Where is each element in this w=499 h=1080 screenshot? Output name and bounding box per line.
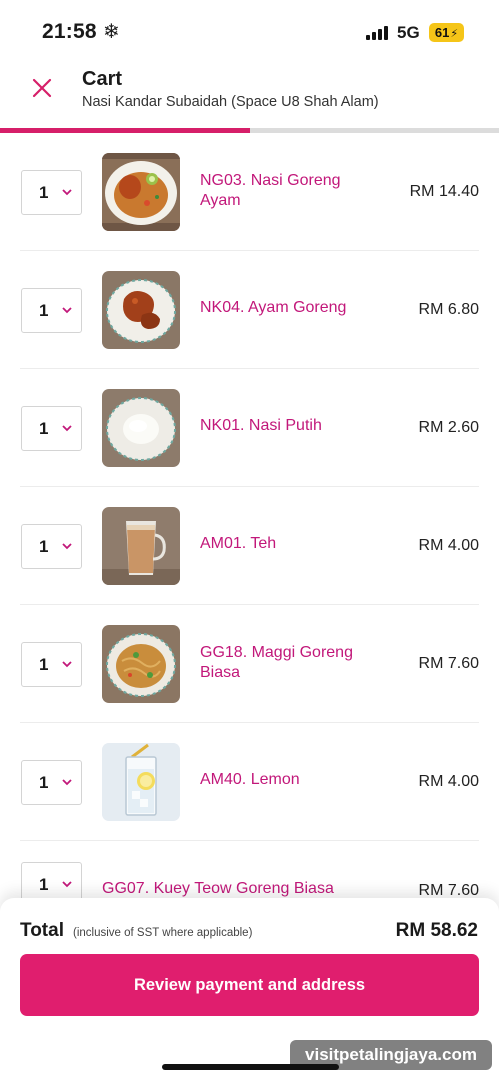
chevron-down-icon: [62, 881, 72, 888]
chevron-down-icon: [62, 543, 72, 550]
quantity-selector[interactable]: 1: [21, 642, 82, 687]
checkout-panel: Total (inclusive of SST where applicable…: [0, 898, 499, 1080]
cart-item-list: 1 NG03. Nasi Goreng Ayam RM 14.40 1 NK04…: [0, 133, 499, 931]
quantity-selector[interactable]: 1: [21, 406, 82, 451]
item-name[interactable]: AM01. Teh: [200, 534, 400, 554]
cart-item: 1 AM40. Lemon RM 4.00: [20, 723, 479, 841]
snowflake-icon: ❄: [103, 21, 120, 43]
total-value: RM 58.62: [395, 920, 478, 941]
quantity-value: 1: [39, 301, 49, 320]
cart-item: 1 NK01. Nasi Putih RM 2.60: [20, 369, 479, 487]
quantity-value: 1: [39, 537, 49, 556]
battery-level: 61: [434, 25, 450, 40]
quantity-value: 1: [39, 773, 49, 792]
item-price: RM 4.00: [418, 773, 479, 790]
item-name[interactable]: GG18. Maggi Goreng Biasa: [200, 643, 370, 683]
restaurant-name: Nasi Kandar Subaidah (Space U8 Shah Alam…: [82, 94, 379, 110]
review-payment-button[interactable]: Review payment and address: [20, 954, 479, 1016]
item-name[interactable]: NK04. Ayam Goreng: [200, 298, 400, 318]
cart-item: 1 GG18. Maggi Goreng Biasa RM 7.60: [20, 605, 479, 723]
close-icon: [32, 78, 52, 98]
status-time: 21:58: [42, 20, 97, 43]
item-name[interactable]: GG07. Kuey Teow Goreng Biasa: [102, 879, 362, 899]
lemon-drink-photo: [102, 743, 180, 821]
item-price: RM 6.80: [418, 301, 479, 318]
fried-rice-with-chicken-photo: [102, 153, 180, 231]
total-label: Total: [20, 920, 64, 941]
chevron-down-icon: [62, 779, 72, 786]
cart-header: Cart Nasi Kandar Subaidah (Space U8 Shah…: [0, 60, 499, 128]
chevron-down-icon: [62, 425, 72, 432]
cart-item: 1 AM01. Teh RM 4.00: [20, 487, 479, 605]
quantity-value: 1: [39, 655, 49, 674]
chevron-down-icon: [62, 307, 72, 314]
status-bar: 21:58 ❄ 5G 61⚡: [0, 0, 499, 60]
item-price: RM 7.60: [418, 655, 479, 672]
quantity-selector[interactable]: 1: [21, 760, 82, 805]
item-name[interactable]: AM40. Lemon: [200, 770, 400, 790]
quantity-value: 1: [39, 183, 49, 202]
home-indicator[interactable]: [162, 1064, 339, 1070]
fried-noodles-photo: [102, 625, 180, 703]
white-rice-photo: [102, 389, 180, 467]
chevron-down-icon: [62, 661, 72, 668]
total-note: (inclusive of SST where applicable): [73, 927, 253, 939]
item-price: RM 14.40: [409, 183, 479, 200]
quantity-value: 1: [39, 875, 49, 894]
chevron-down-icon: [62, 189, 72, 196]
cart-item: 1 NG03. Nasi Goreng Ayam RM 14.40: [20, 133, 479, 251]
cart-item: 1 NK04. Ayam Goreng RM 6.80: [20, 251, 479, 369]
quantity-value: 1: [39, 419, 49, 438]
close-button[interactable]: [28, 74, 56, 102]
item-name[interactable]: NK01. Nasi Putih: [200, 416, 400, 436]
item-price: RM 2.60: [418, 419, 479, 436]
fried-chicken-photo: [102, 271, 180, 349]
battery-icon: 61⚡: [429, 23, 464, 42]
cellular-signal-icon: [366, 26, 390, 40]
milk-tea-photo: [102, 507, 180, 585]
item-name[interactable]: NG03. Nasi Goreng Ayam: [200, 171, 370, 211]
quantity-selector[interactable]: 1: [21, 524, 82, 569]
page-title: Cart: [82, 68, 123, 90]
network-type: 5G: [397, 23, 420, 42]
quantity-selector[interactable]: 1: [21, 288, 82, 333]
quantity-selector[interactable]: 1: [21, 170, 82, 215]
item-price: RM 4.00: [418, 537, 479, 554]
